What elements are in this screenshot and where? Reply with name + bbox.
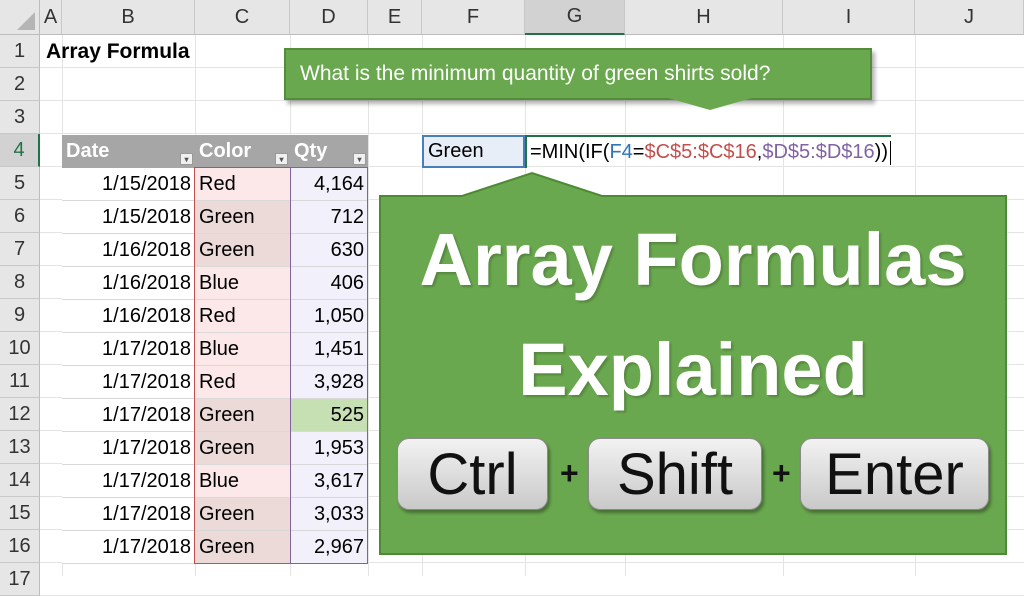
- row-header-8[interactable]: 8: [0, 266, 40, 299]
- row-header-13[interactable]: 13: [0, 431, 40, 464]
- table-header-date: Date ▾: [62, 135, 195, 168]
- row-header-1[interactable]: 1: [0, 35, 40, 68]
- row-header-4[interactable]: 4: [0, 134, 40, 167]
- column-header-F[interactable]: F: [422, 0, 525, 35]
- date-cell[interactable]: 1/17/2018: [62, 399, 195, 432]
- banner-title-line2: Explained: [518, 328, 868, 411]
- table-header-color: Color ▾: [195, 135, 290, 168]
- date-cell[interactable]: 1/17/2018: [62, 432, 195, 465]
- gridline: [40, 100, 1024, 101]
- select-all-corner[interactable]: [0, 0, 40, 35]
- formula-ref-f4: F4: [609, 141, 633, 163]
- filter-dropdown-icon[interactable]: ▾: [275, 153, 288, 165]
- row-header-7[interactable]: 7: [0, 233, 40, 266]
- formula-cell-g4[interactable]: =MIN(IF(F4 = $C$5:$C$16, $D$5:$D$16)): [525, 135, 891, 168]
- row-header-16[interactable]: 16: [0, 530, 40, 563]
- date-cell[interactable]: 1/17/2018: [62, 498, 195, 531]
- date-cell[interactable]: 1/16/2018: [62, 300, 195, 333]
- date-cell[interactable]: 1/17/2018: [62, 333, 195, 366]
- question-text: What is the minimum quantity of green sh…: [300, 62, 771, 85]
- formula-function: =MIN(IF(: [530, 141, 610, 163]
- key-ctrl: Ctrl: [397, 438, 548, 510]
- row-header-2[interactable]: 2: [0, 68, 40, 101]
- row-header-6[interactable]: 6: [0, 200, 40, 233]
- header-label: Date: [66, 140, 110, 162]
- formula-close: )): [874, 141, 888, 163]
- table-header-qty: Qty ▾: [290, 135, 368, 168]
- filter-dropdown-icon[interactable]: ▾: [180, 153, 193, 165]
- plus-sign: +: [560, 455, 579, 491]
- formula-ref-color: $C$5:$C$16: [644, 141, 757, 163]
- text-cursor: [889, 140, 891, 165]
- header-label: Color: [199, 140, 252, 162]
- gridline: [40, 133, 1024, 134]
- row-header-9[interactable]: 9: [0, 299, 40, 332]
- column-header-B[interactable]: B: [62, 0, 195, 35]
- date-cell[interactable]: 1/17/2018: [62, 465, 195, 498]
- range-highlight-qty: [290, 167, 368, 564]
- row-header-5[interactable]: 5: [0, 167, 40, 200]
- formula-ref-qty: $D$5:$D$16: [762, 141, 875, 163]
- column-header-C[interactable]: C: [195, 0, 290, 35]
- column-header-G[interactable]: G: [525, 0, 625, 35]
- row-header-17[interactable]: 17: [0, 563, 40, 596]
- question-callout: What is the minimum quantity of green sh…: [284, 48, 872, 100]
- range-highlight-color: [194, 167, 291, 564]
- row-header-14[interactable]: 14: [0, 464, 40, 497]
- date-cell[interactable]: 1/17/2018: [62, 366, 195, 399]
- column-header-H[interactable]: H: [625, 0, 783, 35]
- row-header-10[interactable]: 10: [0, 332, 40, 365]
- date-cell[interactable]: 1/15/2018: [62, 168, 195, 201]
- key-enter: Enter: [800, 438, 989, 510]
- row-header-3[interactable]: 3: [0, 101, 40, 134]
- date-cell[interactable]: 1/16/2018: [62, 234, 195, 267]
- filter-dropdown-icon[interactable]: ▾: [353, 153, 366, 165]
- callout-pointer: [668, 98, 752, 110]
- column-header-E[interactable]: E: [368, 0, 422, 35]
- formula-eq: =: [632, 141, 645, 163]
- plus-sign: +: [772, 455, 791, 491]
- row-header-15[interactable]: 15: [0, 497, 40, 530]
- date-cell[interactable]: 1/17/2018: [62, 531, 195, 564]
- row-header-12[interactable]: 12: [0, 398, 40, 431]
- banner-title-line1: Array Formulas: [419, 218, 967, 301]
- column-header-A[interactable]: A: [40, 0, 62, 35]
- header-label: Qty: [294, 140, 328, 162]
- sheet-title: Array Formula: [46, 40, 190, 63]
- date-cell[interactable]: 1/15/2018: [62, 201, 195, 234]
- key-shift: Shift: [588, 438, 762, 510]
- column-header-I[interactable]: I: [783, 0, 915, 35]
- gridline: [368, 35, 369, 576]
- column-header-J[interactable]: J: [915, 0, 1024, 35]
- criteria-cell-f4[interactable]: Green: [422, 135, 525, 168]
- date-cell[interactable]: 1/16/2018: [62, 267, 195, 300]
- column-header-D[interactable]: D: [290, 0, 368, 35]
- row-header-11[interactable]: 11: [0, 365, 40, 398]
